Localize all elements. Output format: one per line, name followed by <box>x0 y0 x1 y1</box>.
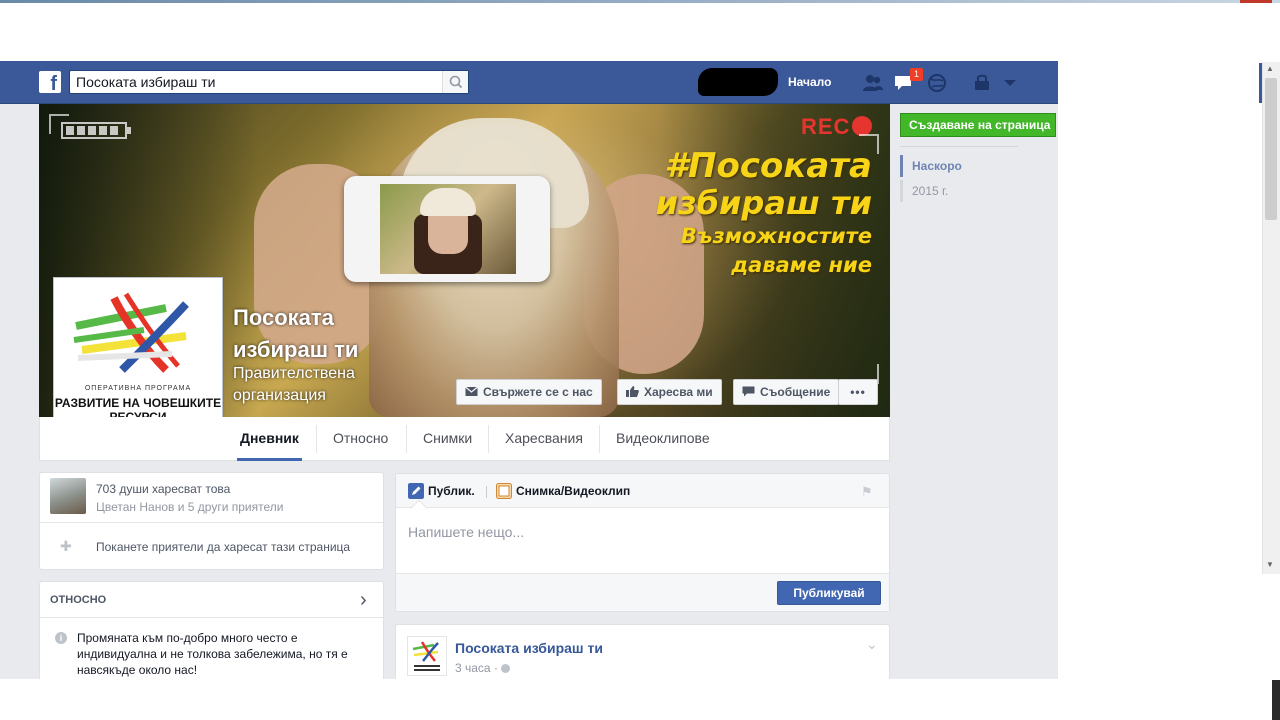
tab-separator <box>316 425 317 453</box>
chevron-right-icon[interactable]: › <box>360 590 376 610</box>
contact-us-button[interactable]: Свържете се с нас <box>456 379 602 405</box>
post-author-name[interactable]: Посоката избираш ти <box>455 640 603 656</box>
timeline-nav-recent[interactable]: Наскоро <box>900 155 962 177</box>
envelope-icon <box>465 386 478 396</box>
tab-timeline[interactable]: Дневник <box>237 417 302 461</box>
browser-top-strip-accent <box>1240 0 1272 3</box>
tab-separator <box>406 425 407 453</box>
publish-button[interactable]: Публикувай <box>777 581 881 605</box>
search-icon <box>449 75 463 89</box>
tab-separator <box>488 425 489 453</box>
add-friend-icon: ✚ <box>60 538 72 554</box>
scrollbar-edge <box>1259 63 1262 103</box>
privacy-shortcuts-icon[interactable] <box>972 73 994 93</box>
search-input[interactable] <box>70 71 438 93</box>
profile-caption-small: ОПЕРАТИВНА ПРОГРАМА <box>84 385 192 392</box>
redacted-profile-name[interactable] <box>698 68 778 96</box>
chat-bubble-icon <box>742 386 755 397</box>
likes-count[interactable]: 703 души харесват това <box>96 482 230 496</box>
window-edge <box>1272 680 1280 720</box>
tab-likes[interactable]: Харесвания <box>505 417 583 461</box>
page-title[interactable]: Посоката избираш ти <box>233 302 413 366</box>
post-time-text: 3 часа · <box>455 661 498 675</box>
post-timestamp[interactable]: 3 часа · <box>455 661 511 675</box>
search-button[interactable] <box>442 71 468 93</box>
about-heading[interactable]: ОТНОСНО <box>50 594 106 606</box>
more-options-button[interactable]: ••• <box>838 379 878 405</box>
cover-slogan-line3: Възможностите <box>680 224 872 248</box>
rec-label: REC <box>801 114 851 139</box>
about-card: ОТНОСНО › i Промяната към по-добро много… <box>39 581 384 681</box>
contact-us-label: Свържете се с нас <box>483 385 593 399</box>
notification-badge: 1 <box>910 68 923 81</box>
tab-photos[interactable]: Снимки <box>423 417 472 461</box>
hrd-program-logo <box>73 292 189 373</box>
phone-selfie-hat <box>420 188 476 216</box>
public-globe-icon <box>501 664 511 673</box>
cover-slogan-line4: даваме ние <box>731 253 872 277</box>
browser-top-strip <box>0 0 1280 3</box>
rec-dot-icon <box>852 116 872 136</box>
post-options-chevron-icon[interactable]: ⌄ <box>866 636 878 653</box>
rail-divider <box>900 146 1018 147</box>
message-label: Съобщение <box>760 385 831 399</box>
post-author-avatar[interactable] <box>407 636 447 676</box>
like-label: Харесва ми <box>644 385 713 399</box>
hrd-program-logo-small <box>412 641 440 671</box>
invite-friends-link[interactable]: Поканете приятели да харесат тази страни… <box>96 540 350 554</box>
like-page-button[interactable]: Харесва ми <box>617 379 722 405</box>
facebook-logo-icon[interactable]: f <box>39 71 61 93</box>
cover-slogan-line1: #Посоката <box>664 146 872 186</box>
composer-tabs: Публик. Снимка/Видеоклип ⚑ <box>396 474 889 508</box>
phone-screen <box>380 184 516 274</box>
likes-card: 703 души харесват това Цветан Нанов и 5 … <box>39 472 384 570</box>
composer-input[interactable]: Напишете нещо... <box>408 524 524 540</box>
flag-icon[interactable]: ⚑ <box>861 484 873 499</box>
tab-about[interactable]: Относно <box>333 417 388 461</box>
cover-phone <box>344 176 550 282</box>
create-page-button[interactable]: Създаване на страница <box>900 113 1056 137</box>
post-composer: Публик. Снимка/Видеоклип ⚑ Напишете нещо… <box>395 473 890 612</box>
message-button[interactable]: Съобщение <box>733 379 840 405</box>
battery-icon <box>61 122 131 139</box>
page-tabs: Дневник Относно Снимки Харесвания Видеок… <box>39 417 890 461</box>
composer-tab-photo[interactable]: Снимка/Видеоклип <box>516 484 630 498</box>
home-link[interactable]: Начало <box>788 75 831 89</box>
search-box <box>69 70 469 94</box>
composer-tab-post[interactable]: Публик. <box>428 484 475 498</box>
notifications-globe-icon[interactable] <box>926 73 948 93</box>
scroll-down-arrow-icon[interactable]: ▼ <box>1266 560 1276 570</box>
composer-footer: Публикувай <box>396 573 889 611</box>
cover-slogan-line2: избираш ти <box>655 184 872 222</box>
scrollbar-thumb[interactable] <box>1265 78 1277 220</box>
friends-who-like[interactable]: Цветан Нанов и 5 други приятели <box>96 500 283 514</box>
photo-icon <box>496 483 512 499</box>
page-category: Правителствена организация <box>233 365 355 404</box>
screen-bottom <box>0 679 1280 720</box>
about-description: Промяната към по-добро много често е инд… <box>77 631 348 677</box>
tab-separator <box>599 425 600 453</box>
timeline-nav-year[interactable]: 2015 г. <box>900 180 948 202</box>
pencil-icon <box>408 483 424 499</box>
facebook-top-bar: f Начало <box>0 61 1058 104</box>
account-menu-chevron-down-icon[interactable] <box>1000 73 1022 93</box>
viewfinder-corner-icon <box>49 114 69 134</box>
scroll-up-arrow-icon[interactable]: ▲ <box>1266 64 1276 74</box>
friend-requests-icon[interactable] <box>862 73 884 93</box>
tab-videos[interactable]: Видеоклипове <box>616 417 710 461</box>
info-icon: i <box>55 632 67 644</box>
card-divider <box>40 522 383 523</box>
friend-avatar[interactable] <box>50 478 86 514</box>
composer-tab-separator <box>486 486 487 498</box>
thumbs-up-icon <box>626 386 639 397</box>
card-divider <box>40 617 383 618</box>
